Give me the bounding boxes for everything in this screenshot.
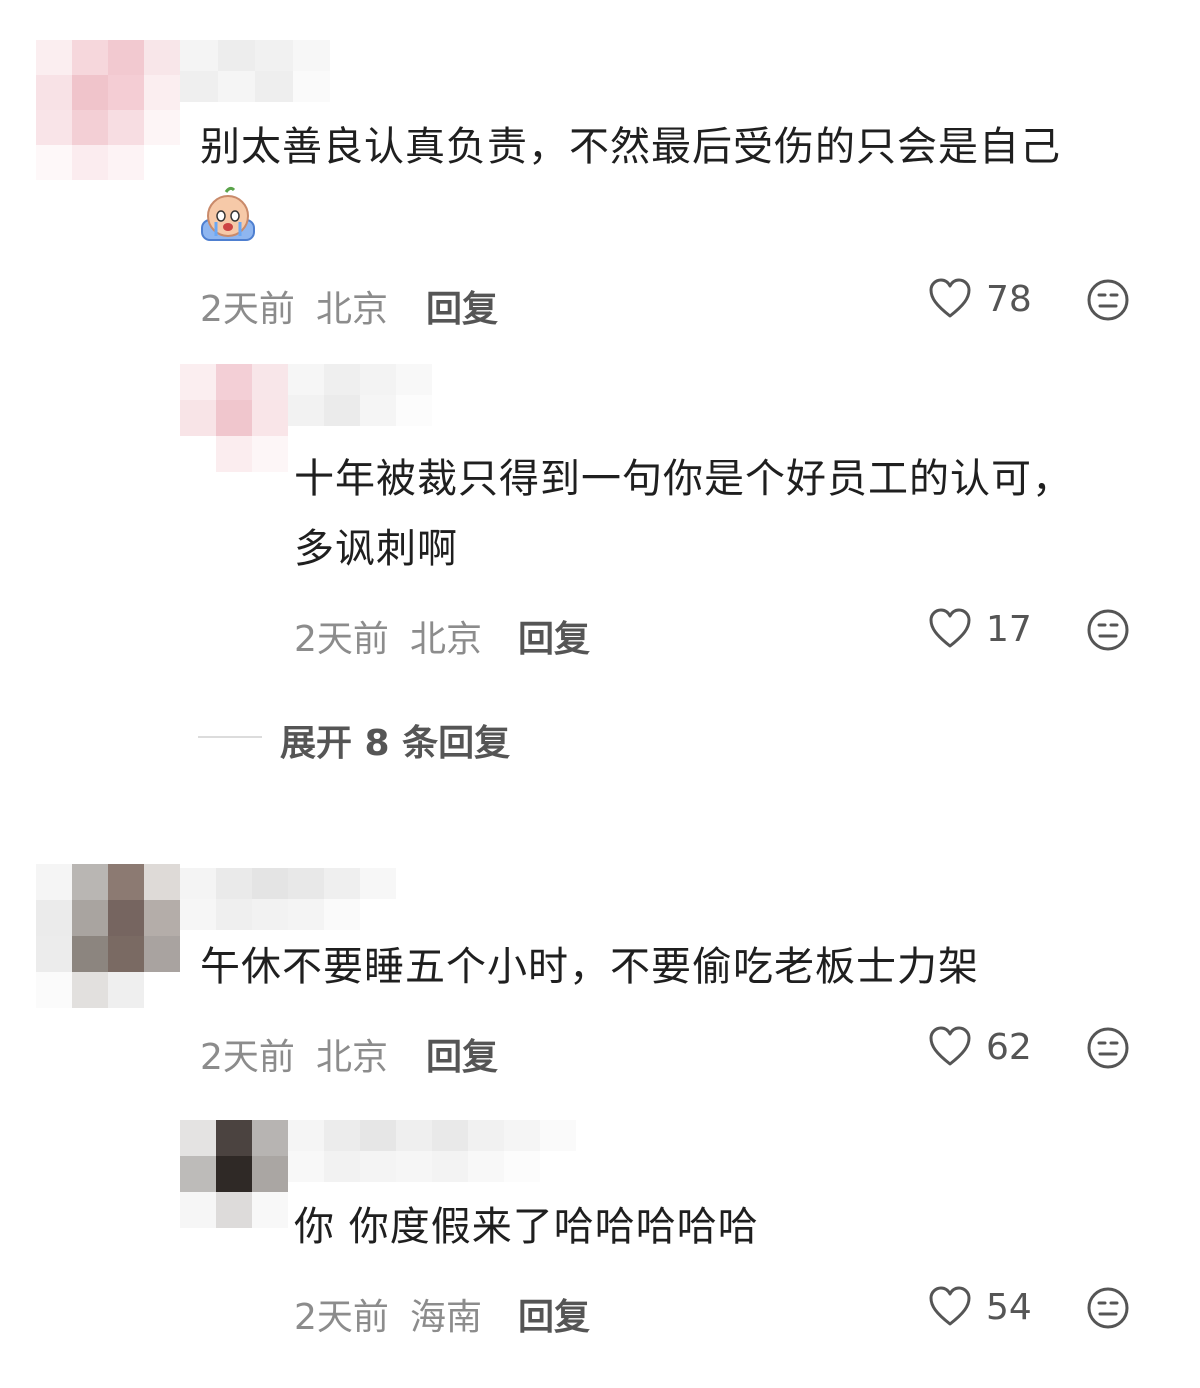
reply-time: 2天前 [294,1297,389,1338]
reply-text-line-1: 十年被裁只得到一句你是个好员工的认可， [294,456,1073,502]
comment-location: 北京 [316,1037,389,1078]
heart-outline-icon [929,1026,971,1066]
comment-location: 北京 [316,289,389,330]
reply-button[interactable]: 回复 [426,280,498,332]
reply-location: 北京 [410,619,483,660]
neutral-face-icon[interactable] [1086,278,1130,322]
avatar[interactable] [180,1120,288,1228]
reply-button[interactable]: 回复 [518,610,590,662]
comment-time: 2天前 [200,289,295,330]
username[interactable] [288,364,432,426]
reply-button[interactable]: 回复 [518,1288,590,1340]
neutral-face-icon[interactable] [1086,1026,1130,1070]
divider [198,736,262,738]
expand-replies-button[interactable]: 展开 8 条回复 [280,714,510,766]
reply-button[interactable]: 回复 [426,1028,498,1080]
like-count: 78 [986,278,1032,320]
crying-sticker-icon [198,186,258,244]
heart-outline-icon [929,278,971,318]
comment-time: 2天前 [200,1037,295,1078]
like-button[interactable]: 17 [928,608,1032,650]
reply-time: 2天前 [294,619,389,660]
heart-outline-icon [929,1286,971,1326]
like-button[interactable]: 54 [928,1286,1032,1328]
comment-text: 别太善良认真负责，不然最后受伤的只会是自己 [200,124,1061,170]
like-button[interactable]: 78 [928,278,1032,320]
neutral-face-icon[interactable] [1086,608,1130,652]
reply-location: 海南 [410,1297,483,1338]
username[interactable] [288,1120,576,1182]
avatar[interactable] [180,364,288,472]
like-count: 62 [986,1026,1032,1068]
like-button[interactable]: 62 [928,1026,1032,1068]
comment-text: 午休不要睡五个小时，不要偷吃老板士力架 [200,944,979,990]
like-count: 17 [986,608,1032,650]
neutral-face-icon[interactable] [1086,1286,1130,1330]
avatar[interactable] [36,40,180,180]
like-count: 54 [986,1286,1032,1328]
username[interactable] [180,40,330,102]
heart-outline-icon [929,608,971,648]
reply-text: 你 你度假来了哈哈哈哈哈 [294,1204,759,1250]
avatar[interactable] [36,864,180,1008]
username[interactable] [180,868,396,930]
reply-text-line-2: 多讽刺啊 [294,526,458,572]
